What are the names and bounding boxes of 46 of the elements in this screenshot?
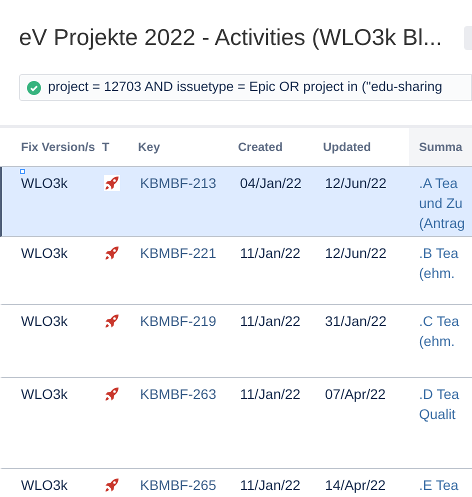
rocket-icon — [104, 175, 120, 191]
rocket-icon — [104, 386, 120, 402]
issue-key-link[interactable]: KBMBF-219 — [140, 313, 216, 329]
focus-marker — [20, 169, 25, 174]
summary-link[interactable]: (Antrag — [419, 213, 472, 233]
column-header[interactable]: Fix Version/s — [0, 128, 102, 166]
summary-link[interactable]: .D Tea — [419, 384, 472, 404]
created-date: 11/Jan/22 — [240, 386, 300, 402]
query-text: project = 12703 AND issuetype = Epic OR project in ("edu-sharing — [48, 78, 442, 96]
issue-key-link[interactable]: KBMBF-265 — [140, 477, 216, 493]
summary-link[interactable]: Qualit — [419, 404, 472, 424]
version-text: WLO3k — [21, 477, 68, 493]
created-date: 11/Jan/22 — [240, 477, 300, 493]
column-header[interactable]: Summa — [409, 128, 472, 166]
column-header[interactable]: Key — [138, 128, 238, 166]
column-header[interactable]: Created — [238, 128, 323, 166]
issue-key-link[interactable]: KBMBF-213 — [140, 175, 216, 191]
column-header[interactable]: T — [102, 128, 138, 166]
column-header[interactable]: Updated — [323, 128, 409, 166]
issue-key-link[interactable]: KBMBF-221 — [140, 245, 216, 261]
rocket-icon — [104, 313, 120, 329]
version-text: WLO3k — [21, 245, 68, 261]
summary-link[interactable]: .C Tea — [419, 311, 472, 331]
summary-link[interactable]: .B Tea — [419, 243, 472, 263]
summary-link[interactable]: (ehm. — [419, 331, 472, 351]
issue-row[interactable]: WLO3k KBMBF-213 04/Jan/22 12/Jun/22 .A Tea und Zu (Antrag — [0, 167, 472, 237]
created-date: 11/Jan/22 — [240, 313, 300, 329]
rocket-icon — [104, 245, 120, 261]
summary-link[interactable]: .E Tea — [419, 475, 472, 495]
updated-date: 12/Jun/22 — [325, 175, 386, 191]
summary-link[interactable]: .A Tea — [419, 173, 472, 193]
created-date: 04/Jan/22 — [240, 175, 302, 191]
version-text: WLO3k — [21, 386, 68, 402]
updated-date: 12/Jun/22 — [325, 245, 386, 261]
version-text: WLO3k — [21, 313, 68, 329]
version-text: WLO3k — [21, 175, 68, 191]
issue-key-link[interactable]: KBMBF-263 — [140, 386, 216, 402]
summary-link[interactable]: (ehm. — [419, 263, 472, 283]
page-title: eV Projekte 2022 - Activities (WLO3k Bl... — [19, 22, 442, 52]
updated-date: 07/Apr/22 — [325, 386, 386, 402]
rocket-icon — [104, 477, 120, 493]
updated-date: 31/Jan/22 — [325, 313, 386, 329]
summary-link[interactable]: und Zu — [419, 193, 472, 213]
created-date: 11/Jan/22 — [240, 245, 300, 261]
updated-date: 14/Apr/22 — [325, 477, 386, 493]
query-field[interactable]: project = 12703 AND issuetype = Epic OR project in ("edu-sharing — [19, 74, 472, 101]
